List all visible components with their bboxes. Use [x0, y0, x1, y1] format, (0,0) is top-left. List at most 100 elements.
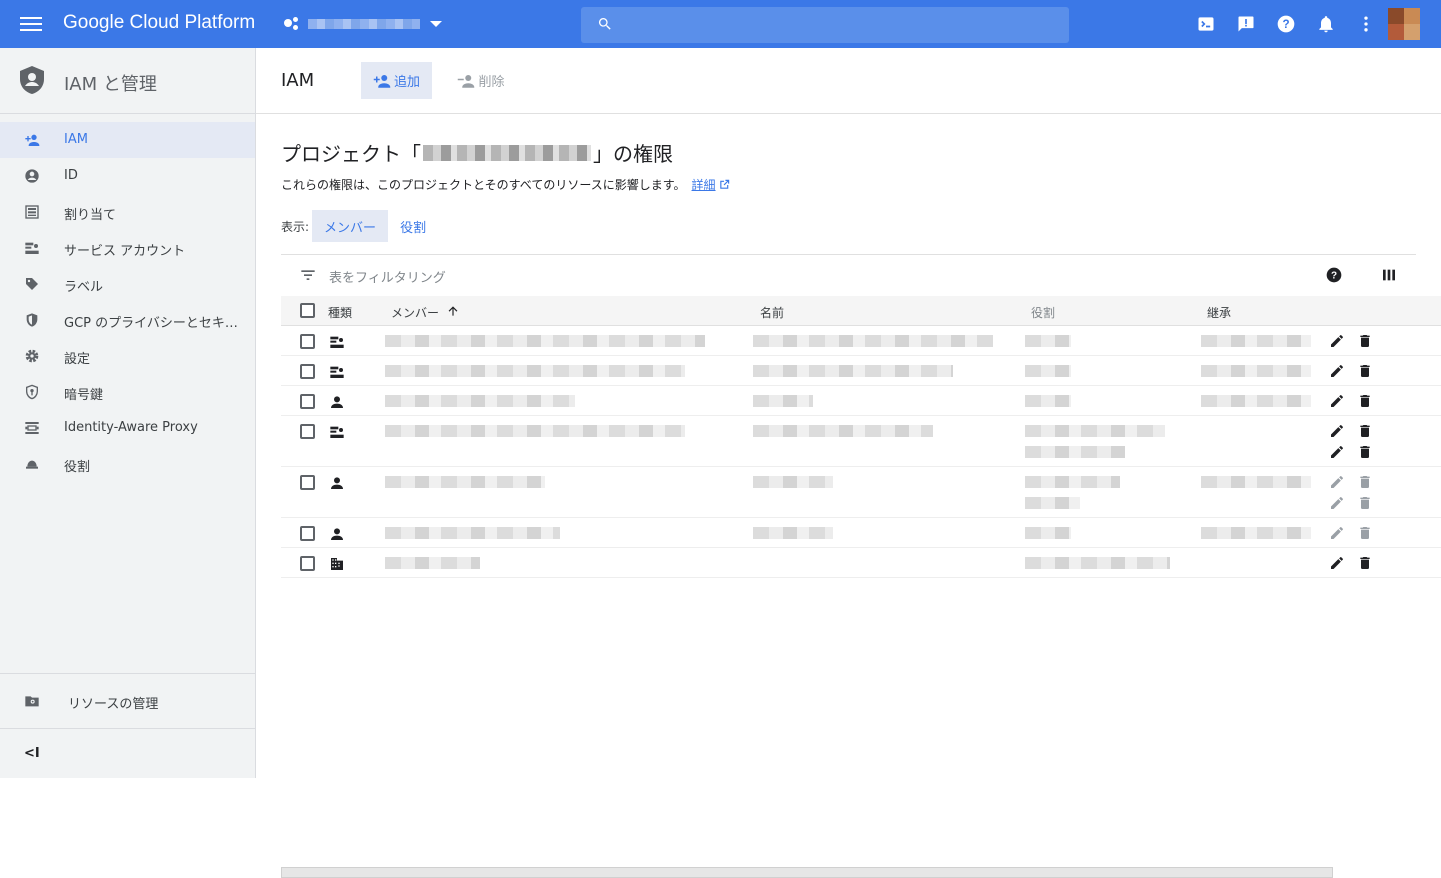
label-icon — [26, 278, 38, 290]
cloud-shell-icon[interactable] — [1196, 14, 1216, 34]
person-icon — [331, 396, 343, 408]
row-checkbox[interactable] — [300, 556, 315, 571]
column-header-type[interactable]: 種類 — [328, 304, 352, 321]
row-checkbox[interactable] — [300, 364, 315, 379]
sort-ascending-icon[interactable] — [446, 304, 460, 318]
delete-icon[interactable] — [1357, 495, 1373, 511]
delete-icon[interactable] — [1357, 333, 1373, 349]
search-bar[interactable] — [581, 7, 1069, 43]
avatar[interactable] — [1388, 8, 1420, 40]
help-icon[interactable]: ? — [1276, 14, 1296, 34]
member-redacted — [385, 425, 685, 437]
inherit-redacted — [1201, 527, 1311, 539]
top-bar: Google Cloud Platform ? — [0, 0, 1441, 48]
notifications-icon[interactable] — [1316, 14, 1336, 34]
chevron-down-icon — [430, 21, 442, 27]
delete-icon[interactable] — [1357, 393, 1373, 409]
column-header-inherit[interactable]: 継承 — [1207, 304, 1231, 321]
name-redacted — [753, 476, 833, 488]
divider — [0, 728, 255, 729]
more-icon[interactable] — [1356, 14, 1376, 34]
view-tab-roles[interactable]: 役割 — [388, 210, 438, 242]
role-redacted — [1025, 446, 1125, 458]
table-row — [281, 518, 1441, 548]
role-redacted — [1025, 557, 1170, 569]
delete-icon[interactable] — [1357, 555, 1373, 571]
sidebar-item-identity-aware-proxy[interactable]: Identity-Aware Proxy — [0, 410, 255, 446]
name-redacted — [753, 425, 933, 437]
open-in-new-icon — [720, 179, 730, 189]
member-redacted — [385, 365, 685, 377]
search-input[interactable] — [625, 7, 1055, 43]
delete-button[interactable]: 削除 — [446, 62, 516, 99]
main-header: IAM 追加 削除 — [256, 48, 1441, 114]
row-checkbox[interactable] — [300, 334, 315, 349]
row-checkbox[interactable] — [300, 526, 315, 541]
edit-icon[interactable] — [1329, 555, 1345, 571]
edit-icon[interactable] — [1329, 393, 1345, 409]
help-icon[interactable]: ? — [1326, 267, 1342, 283]
sidebar-item-privacy-security[interactable]: GCP のプライバシーとセキ… — [0, 302, 255, 338]
filter-input[interactable] — [329, 261, 1229, 289]
edit-icon[interactable] — [1329, 474, 1345, 490]
inherit-redacted — [1201, 365, 1311, 377]
feedback-icon[interactable] — [1236, 14, 1256, 34]
row-checkbox[interactable] — [300, 475, 315, 490]
project-selector[interactable] — [284, 16, 442, 32]
sidebar-item-label: 設定 — [64, 352, 91, 367]
row-checkbox[interactable] — [300, 394, 315, 409]
service-account-icon — [330, 366, 344, 378]
sidebar-item-settings[interactable]: 設定 — [0, 338, 255, 374]
delete-icon[interactable] — [1357, 444, 1373, 460]
sidebar-item-manage-resources[interactable]: リソースの管理 — [0, 683, 255, 719]
column-header-name[interactable]: 名前 — [760, 304, 784, 321]
delete-icon[interactable] — [1357, 474, 1373, 490]
column-display-icon[interactable] — [1381, 267, 1397, 283]
sidebar-item-label: 暗号鍵 — [64, 388, 104, 403]
sidebar-item-labels[interactable]: ラベル — [0, 266, 255, 302]
delete-icon[interactable] — [1357, 423, 1373, 439]
sidebar-item-label: IAM — [64, 132, 88, 147]
sidebar-item-label: Identity-Aware Proxy — [64, 420, 198, 435]
collapse-sidebar-button[interactable]: <I — [24, 746, 40, 761]
member-redacted — [385, 395, 575, 407]
sidebar-item-id[interactable]: ID — [0, 158, 255, 194]
person-icon — [331, 528, 343, 540]
brand-title[interactable]: Google Cloud Platform — [63, 12, 255, 34]
project-name-redacted — [308, 19, 420, 29]
edit-icon[interactable] — [1329, 495, 1345, 511]
sidebar-item-label: 役割 — [64, 460, 91, 475]
person-add-icon — [25, 134, 40, 146]
role-redacted — [1025, 425, 1165, 437]
table-row — [281, 386, 1441, 416]
domain-icon — [331, 558, 343, 570]
details-link[interactable]: 詳細 — [692, 178, 716, 192]
sidebar-item-roles[interactable]: 役割 — [0, 446, 255, 482]
view-tab-members[interactable]: メンバー — [312, 210, 389, 242]
search-icon — [598, 18, 611, 30]
sidebar-item-iam[interactable]: IAM — [0, 122, 255, 158]
service-account-icon — [330, 336, 344, 348]
edit-icon[interactable] — [1329, 525, 1345, 541]
column-header-role[interactable]: 役割 — [1031, 304, 1055, 321]
inherit-redacted — [1201, 395, 1311, 407]
column-header-member[interactable]: メンバー — [391, 304, 439, 321]
edit-icon[interactable] — [1329, 333, 1345, 349]
name-redacted — [753, 335, 993, 347]
menu-icon[interactable] — [20, 14, 42, 34]
delete-icon[interactable] — [1357, 525, 1373, 541]
add-button[interactable]: 追加 — [361, 62, 432, 99]
delete-icon[interactable] — [1357, 363, 1373, 379]
select-all-checkbox[interactable] — [300, 303, 315, 318]
sidebar-item-label: GCP のプライバシーとセキ… — [64, 316, 238, 331]
person-remove-icon — [458, 74, 475, 88]
edit-icon[interactable] — [1329, 363, 1345, 379]
edit-icon[interactable] — [1329, 423, 1345, 439]
row-checkbox[interactable] — [300, 424, 315, 439]
sidebar-item-crypto-keys[interactable]: 暗号鍵 — [0, 374, 255, 410]
sidebar-item-service-accounts[interactable]: サービス アカウント — [0, 230, 255, 266]
horizontal-scrollbar[interactable] — [281, 867, 1333, 878]
view-toggle: 表示: メンバー 役割 — [281, 210, 438, 242]
sidebar-item-quota[interactable]: 割り当て — [0, 194, 255, 230]
edit-icon[interactable] — [1329, 444, 1345, 460]
